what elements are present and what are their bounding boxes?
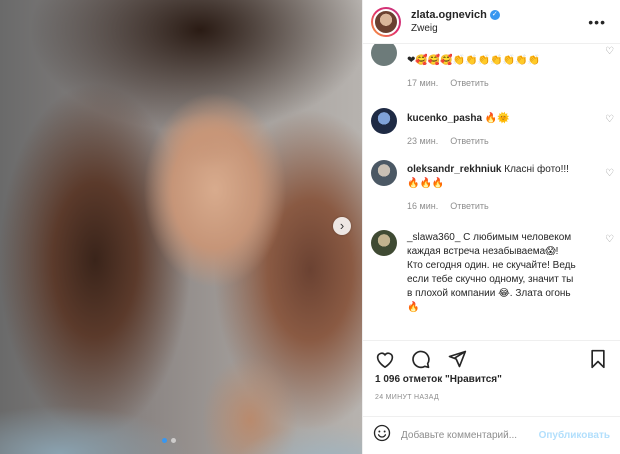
comment-item: _slawa360_ С любимым человеком каждая вс… [371, 230, 612, 315]
bookmark-icon[interactable] [586, 347, 610, 371]
comment-text: 🔥🌞 [482, 113, 510, 124]
comment-item: kucenko_pasha 🔥🌞 23 мин. Ответить [371, 108, 612, 148]
reply-button[interactable]: Ответить [450, 199, 488, 213]
next-photo-button[interactable]: › [333, 217, 351, 235]
author-avatar[interactable] [371, 6, 401, 37]
comment-like-heart-icon[interactable]: ♡ [605, 168, 614, 179]
likes-count[interactable]: 1 096 отметок "Нравится" [375, 374, 502, 385]
publish-button[interactable]: Опубликовать [539, 430, 610, 441]
share-icon[interactable] [445, 347, 469, 371]
photo-shirt-area [0, 374, 362, 454]
carousel-dots [162, 438, 176, 443]
post-time-ago: 24 МИНУТ НАЗАД [375, 394, 440, 401]
commenter-avatar[interactable] [371, 230, 397, 256]
comment-time: 23 мин. [407, 136, 439, 146]
post-header: zlata.ognevich ✓ Zweig ••• [363, 0, 620, 44]
commenter-avatar[interactable] [371, 160, 397, 186]
commenter-avatar[interactable] [371, 44, 397, 66]
comment-icon[interactable] [409, 347, 433, 371]
smile-icon[interactable] [373, 424, 391, 447]
comment-time: 17 мин. [407, 78, 439, 88]
author-username[interactable]: zlata.ognevich [411, 9, 487, 21]
comment-like-heart-icon[interactable]: ♡ [605, 234, 614, 245]
comments-list: ❤🥰🥰🥰👏👏👏👏👏👏👏 17 мин. Ответить ♡ kucenko_p… [363, 44, 620, 340]
commenter-username[interactable]: _slawa360_ [407, 232, 460, 243]
verified-icon: ✓ [489, 10, 500, 20]
add-comment-input[interactable] [401, 430, 539, 441]
comment-item: ❤🥰🥰🥰👏👏👏👏👏👏👏 17 мин. Ответить [371, 44, 612, 90]
post-side-panel: zlata.ognevich ✓ Zweig ••• ❤🥰🥰🥰👏👏👏👏👏👏👏 1… [362, 0, 620, 454]
reply-button[interactable]: Ответить [450, 76, 488, 90]
post-actions-bar [363, 340, 620, 376]
more-options-icon[interactable]: ••• [588, 14, 606, 30]
heart-icon[interactable] [373, 347, 397, 371]
comment-time: 16 мин. [407, 201, 439, 211]
comment-like-heart-icon[interactable]: ♡ [605, 114, 614, 125]
reply-button[interactable]: Ответить [450, 134, 488, 148]
post-photo[interactable]: › [0, 0, 362, 454]
post-location[interactable]: Zweig [411, 23, 500, 34]
comment-text: ❤🥰🥰🥰👏👏👏👏👏👏👏 [407, 55, 540, 66]
add-comment-bar: Опубликовать [363, 416, 620, 454]
comment-like-heart-icon[interactable]: ♡ [605, 46, 614, 57]
carousel-dot [171, 438, 176, 443]
commenter-username[interactable]: kucenko_pasha [407, 113, 482, 124]
commenter-username[interactable]: oleksandr_rekhniuk [407, 164, 501, 175]
carousel-dot-active [162, 438, 167, 443]
commenter-avatar[interactable] [371, 108, 397, 134]
comment-text: С любимым человеком каждая встреча незаб… [407, 232, 576, 313]
comment-item: oleksandr_rekhniuk Класні фото!!!🔥🔥🔥 16 … [371, 160, 612, 213]
